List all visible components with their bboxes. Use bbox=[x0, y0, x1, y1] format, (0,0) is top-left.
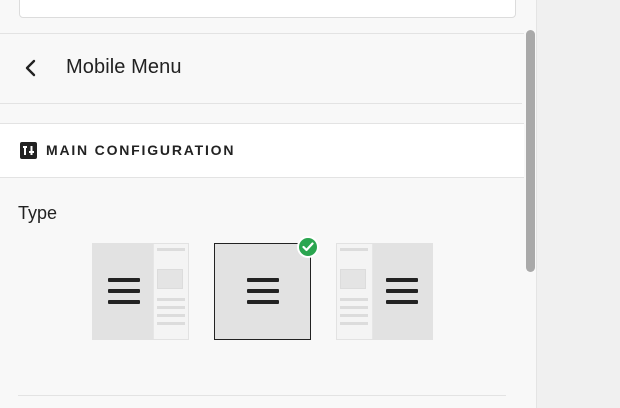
panel-header: Mobile Menu bbox=[0, 34, 524, 103]
top-field[interactable] bbox=[19, 0, 516, 18]
divider bbox=[0, 177, 524, 178]
type-option-fullscreen[interactable] bbox=[214, 243, 311, 340]
page-title: Mobile Menu bbox=[66, 56, 182, 78]
hamburger-icon bbox=[247, 278, 279, 304]
chevron-left-icon bbox=[25, 59, 36, 77]
type-option-left-panel[interactable] bbox=[92, 243, 189, 340]
divider bbox=[18, 395, 506, 396]
type-label: Type bbox=[18, 203, 58, 223]
canvas-area bbox=[536, 0, 620, 408]
section-header-main-configuration[interactable]: MAIN CONFIGURATION bbox=[0, 124, 524, 177]
section-title: MAIN CONFIGURATION bbox=[46, 142, 236, 158]
selected-check-icon bbox=[297, 236, 319, 258]
layout-settings-icon bbox=[20, 142, 37, 159]
hamburger-icon bbox=[386, 278, 418, 304]
page-preview bbox=[337, 244, 373, 339]
scrollbar-thumb[interactable] bbox=[526, 30, 535, 272]
divider bbox=[0, 103, 522, 104]
type-option-right-panel[interactable] bbox=[336, 243, 433, 340]
page-preview bbox=[153, 244, 188, 339]
back-button[interactable] bbox=[18, 55, 44, 81]
hamburger-icon bbox=[108, 278, 140, 304]
